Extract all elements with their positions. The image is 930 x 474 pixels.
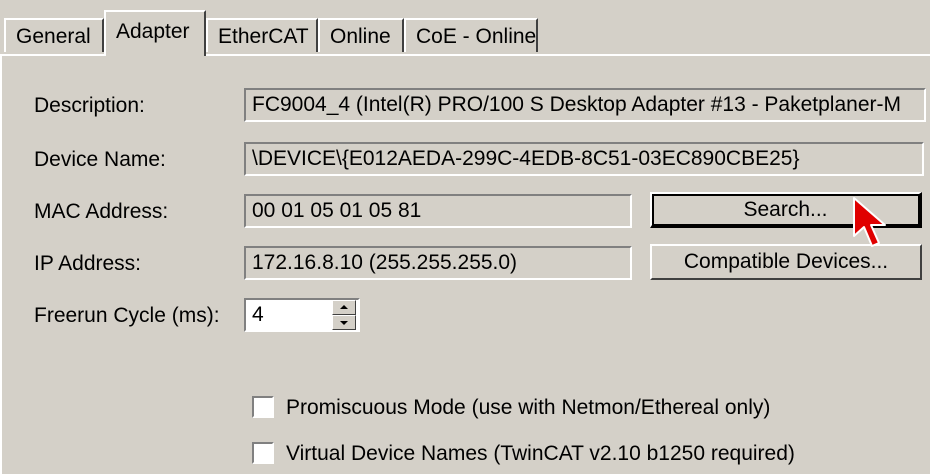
spin-down-icon[interactable] <box>332 315 356 330</box>
tab-label: General <box>16 25 91 48</box>
description-field[interactable]: FC9004_4 (Intel(R) PRO/100 S Desktop Ada… <box>244 88 926 122</box>
mouse-pointer-icon <box>853 197 886 247</box>
tab-strip: General Adapter EtherCAT Online CoE - On… <box>0 0 930 56</box>
mac-address-label: MAC Address: <box>34 200 169 223</box>
promiscuous-mode-checkbox[interactable] <box>252 396 274 418</box>
tab-label: EtherCAT <box>218 25 309 48</box>
tab-coe-online[interactable]: CoE - Online <box>404 18 538 52</box>
virtual-device-names-checkbox[interactable] <box>252 442 274 464</box>
ip-address-label: IP Address: <box>34 252 142 275</box>
tab-label: Online <box>330 25 391 48</box>
mac-address-field[interactable]: 00 01 05 01 05 81 <box>244 194 632 228</box>
tab-adapter[interactable]: Adapter <box>104 10 206 56</box>
device-name-label: Device Name: <box>34 148 166 171</box>
freerun-cycle-stepper[interactable] <box>332 300 356 330</box>
description-label: Description: <box>34 94 145 117</box>
tab-ethercat[interactable]: EtherCAT <box>206 18 318 52</box>
tab-label: Adapter <box>116 20 190 43</box>
virtual-device-names-label: Virtual Device Names (TwinCAT v2.10 b125… <box>286 442 795 465</box>
freerun-cycle-label: Freerun Cycle (ms): <box>34 304 220 327</box>
tab-label: CoE - Online <box>416 25 537 48</box>
tab-general[interactable]: General <box>4 18 104 52</box>
tab-online[interactable]: Online <box>318 18 404 52</box>
spin-up-icon[interactable] <box>332 300 356 315</box>
device-name-field[interactable]: \DEVICE\{E012AEDA-299C-4EDB-8C51-03EC890… <box>244 142 924 176</box>
promiscuous-mode-label: Promiscuous Mode (use with Netmon/Ethere… <box>286 396 771 419</box>
adapter-panel: Description: FC9004_4 (Intel(R) PRO/100 … <box>0 54 930 474</box>
ip-address-field[interactable]: 172.16.8.10 (255.255.255.0) <box>244 246 632 280</box>
